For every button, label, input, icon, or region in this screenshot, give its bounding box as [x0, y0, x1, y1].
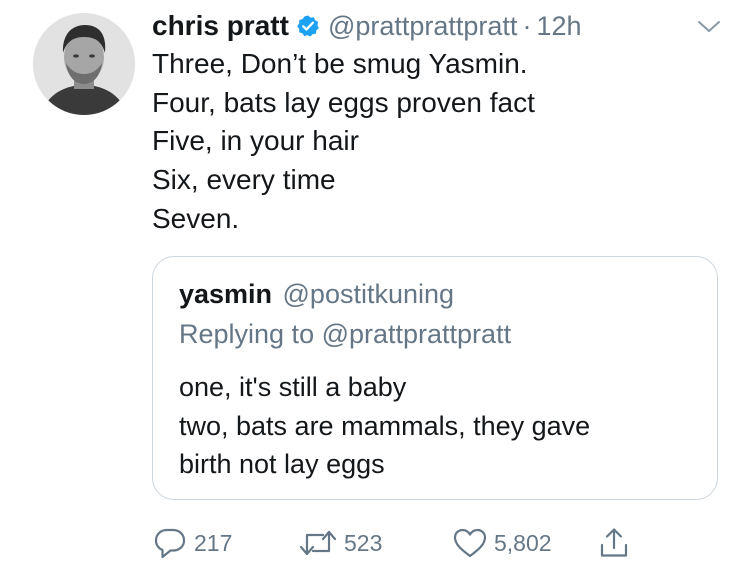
- replying-to-label: Replying to @prattprattpratt: [179, 319, 512, 349]
- quoted-tweet-line: birth not lay eggs: [179, 449, 385, 479]
- quoted-author-handle: @postitkuning: [282, 279, 455, 309]
- share-icon: [598, 526, 630, 560]
- retweet-count: 523: [344, 529, 383, 556]
- chevron-down-icon[interactable]: [696, 19, 722, 35]
- quoted-tweet-text: one, it's still a baby two, bats are mam…: [179, 368, 699, 484]
- quoted-tweet-line: two, bats are mammals, they gave: [179, 410, 591, 441]
- avatar[interactable]: [33, 13, 135, 115]
- retweet-icon: [298, 526, 338, 560]
- tweet-line: Four, bats lay eggs proven fact: [152, 86, 535, 118]
- separator-dot: ·: [522, 10, 532, 41]
- tweet-timestamp[interactable]: 12h: [536, 11, 581, 42]
- author-handle[interactable]: @prattprattpratt: [328, 11, 518, 42]
- quoted-tweet-line: one, it's still a baby: [179, 372, 407, 402]
- like-button[interactable]: 5,802: [452, 526, 552, 560]
- like-count: 5,802: [494, 529, 552, 556]
- quoted-tweet-header: yasmin @postitkuning: [179, 279, 454, 310]
- tweet-line: Three, Don’t be smug Yasmin.: [152, 48, 528, 79]
- reply-button[interactable]: 217: [152, 526, 232, 560]
- retweet-button[interactable]: 523: [298, 526, 382, 560]
- tweet-line: Five, in your hair: [152, 125, 359, 157]
- avatar-image: [33, 13, 135, 115]
- tweet-header: chris pratt @prattprattpratt · 12h: [152, 8, 582, 44]
- reply-icon: [152, 526, 188, 560]
- tweet-line: Seven.: [152, 202, 240, 234]
- author-name[interactable]: chris pratt: [152, 10, 289, 42]
- quoted-tweet-card[interactable]: yasmin @postitkuning Replying to @prattp…: [152, 256, 718, 500]
- verified-badge-icon: [296, 14, 320, 38]
- share-button[interactable]: [598, 526, 630, 560]
- heart-icon: [452, 526, 488, 560]
- tweet-text: Three, Don’t be smug Yasmin. Four, bats …: [152, 45, 712, 239]
- reply-count: 217: [194, 529, 233, 556]
- tweet-actions: 217 523 5,802: [152, 526, 672, 560]
- tweet-line: Six, every time: [152, 164, 336, 196]
- quoted-author-name: yasmin: [179, 279, 273, 309]
